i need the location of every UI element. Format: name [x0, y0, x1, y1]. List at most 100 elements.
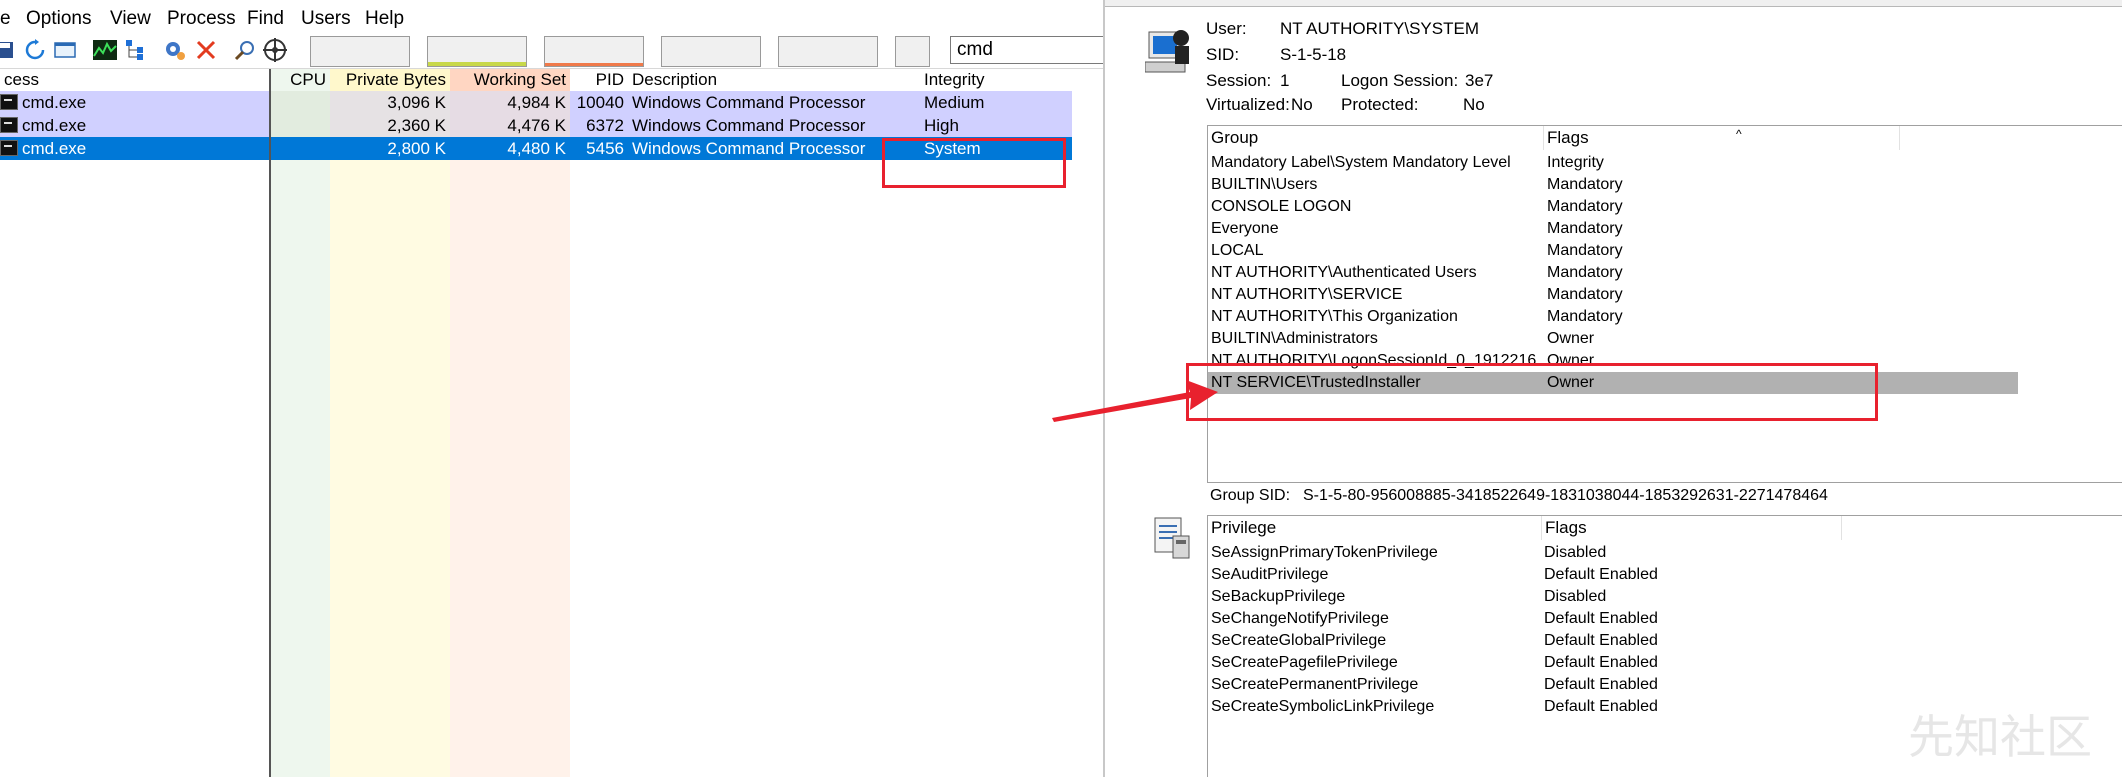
cpu-column-tint [271, 91, 330, 777]
annotation-arrow-icon [1052, 380, 1218, 422]
col-header-pid[interactable]: PID [570, 69, 628, 91]
integrity-cell: Medium [924, 93, 985, 112]
private-bytes-cell: 3,096 K [330, 91, 450, 114]
privilege-flags-column-header[interactable]: Flags [1542, 516, 1842, 540]
menu-file[interactable]: e [0, 8, 11, 30]
cpu-cell [271, 91, 330, 114]
list-item[interactable]: LOCAL Mandatory [1208, 240, 2018, 262]
network-graph[interactable] [661, 36, 761, 67]
working-set-cell: 4,476 K [450, 114, 570, 137]
commit-graph[interactable] [427, 36, 527, 67]
col-header-integrity[interactable]: Integrity [920, 69, 1070, 91]
console-icon [0, 94, 18, 110]
col-header-private-bytes[interactable]: Private Bytes [330, 69, 450, 91]
list-item[interactable]: BUILTIN\Administrators Owner [1208, 328, 2018, 350]
working-set-column-tint [450, 91, 570, 777]
search-input[interactable]: cmd [950, 36, 1110, 64]
group-sid-label: Group SID: [1210, 487, 1291, 504]
process-name: cmd.exe [22, 93, 87, 112]
col-header-working-set[interactable]: Working Set [450, 69, 570, 91]
menu-view[interactable]: View [110, 8, 151, 30]
gpu-graph[interactable] [895, 36, 930, 67]
tree-splitter[interactable] [269, 69, 271, 777]
menu-help[interactable]: Help [365, 8, 404, 30]
refresh-icon[interactable] [22, 37, 48, 63]
list-item[interactable]: CONSOLE LOGON Mandatory [1208, 196, 2018, 218]
session-label: Session: [1206, 71, 1272, 90]
list-item[interactable]: NT AUTHORITY\This Organization Mandatory [1208, 306, 2018, 328]
console-icon [0, 117, 18, 133]
col-header-cpu[interactable]: CPU [271, 69, 330, 91]
tree-icon[interactable] [122, 37, 148, 63]
pid-cell: 5456 [586, 139, 624, 158]
list-item[interactable]: SeAuditPrivilege Default Enabled [1208, 564, 2108, 586]
list-item[interactable]: Everyone Mandatory [1208, 218, 2018, 240]
watermark: 先知社区 [1908, 711, 2092, 763]
annotation-box-trustedinstaller [1186, 363, 1878, 421]
working-set-cell: 4,480 K [507, 139, 566, 158]
session-value: 1 [1280, 71, 1290, 90]
cpu-graph-icon[interactable] [92, 37, 118, 63]
tab-strip[interactable] [1105, 0, 2122, 7]
flags-column-header[interactable]: Flags [1544, 126, 1900, 150]
cpu-graph[interactable] [310, 36, 410, 67]
list-item[interactable]: NT AUTHORITY\Authenticated Users Mandator… [1208, 262, 2018, 284]
console-icon [0, 140, 18, 156]
logon-session-value: 3e7 [1465, 71, 1494, 90]
logon-session-label: Logon Session: [1341, 71, 1459, 90]
process-explorer-window: e Options View Process Find Users Help c… [0, 0, 1110, 777]
user-label: User: [1206, 19, 1247, 38]
sid-value: S-1-5-18 [1280, 45, 1347, 64]
kill-icon[interactable] [193, 37, 219, 63]
menu-options[interactable]: Options [26, 8, 91, 30]
privilege-column-header[interactable]: Privilege [1208, 516, 1542, 540]
crosshair-icon[interactable] [262, 37, 288, 63]
description-cell: Windows Command Processor [632, 139, 866, 158]
description-cell: Windows Command Processor [632, 93, 866, 112]
integrity-cell: High [924, 116, 959, 135]
group-column-header[interactable]: Group [1208, 126, 1544, 150]
table-row[interactable]: cmd.exe 2,360 K 4,476 K 6372 Windows Com… [0, 114, 1072, 137]
process-name: cmd.exe [22, 116, 87, 135]
list-item[interactable]: NT AUTHORITY\SERVICE Mandatory [1208, 284, 2018, 306]
col-header-process[interactable]: cess [0, 69, 269, 91]
private-bytes-cell: 2,360 K [330, 114, 450, 137]
table-row[interactable]: cmd.exe 3,096 K 4,984 K 10040 Windows Co… [0, 91, 1072, 114]
menu-process[interactable]: Process [167, 8, 236, 30]
pid-cell: 6372 [586, 116, 624, 135]
list-item[interactable]: Mandatory Label\System Mandatory Level In… [1208, 152, 2018, 174]
disk-graph[interactable] [778, 36, 878, 67]
virtualized-label: Virtualized: [1206, 95, 1290, 114]
toolbar: cmd [0, 32, 1110, 69]
list-item[interactable]: SeChangeNotifyPrivilege Default Enabled [1208, 608, 2108, 630]
io-graph[interactable] [544, 36, 644, 67]
list-item[interactable]: SeAssignPrimaryTokenPrivilege Disabled [1208, 542, 2108, 564]
save-icon[interactable] [0, 37, 18, 63]
process-name: cmd.exe [22, 139, 87, 158]
pid-cell: 10040 [576, 93, 624, 112]
sid-label: SID: [1206, 45, 1240, 64]
privilege-scroll-icon [1147, 514, 1193, 564]
list-item[interactable]: SeBackupPrivilege Disabled [1208, 586, 2108, 608]
cpu-cell [271, 137, 330, 160]
sort-ascending-icon: ^ [1736, 127, 1742, 141]
cpu-cell [271, 114, 330, 137]
list-item[interactable]: SeCreateGlobalPrivilege Default Enabled [1208, 630, 2108, 652]
window-icon[interactable] [52, 37, 78, 63]
gear-target-icon[interactable] [162, 37, 188, 63]
user-computer-icon [1144, 24, 1193, 76]
menu-users[interactable]: Users [301, 8, 351, 30]
list-item[interactable]: SeCreatePagefilePrivilege Default Enabled [1208, 652, 2108, 674]
list-item[interactable]: SeCreatePermanentPrivilege Default Enable… [1208, 674, 2108, 696]
private-bytes-column-tint [330, 91, 450, 777]
virtualized-value: No [1291, 95, 1313, 114]
annotation-box-integrity [882, 138, 1066, 188]
groups-list[interactable]: Group Flags ^ Mandatory Label\System Man… [1207, 125, 2122, 483]
menu-find[interactable]: Find [247, 8, 284, 30]
col-header-description[interactable]: Description [628, 69, 920, 91]
private-bytes-cell: 2,800 K [387, 139, 446, 158]
protected-value: No [1463, 95, 1485, 114]
find-icon[interactable] [232, 37, 258, 63]
list-item[interactable]: BUILTIN\Users Mandatory [1208, 174, 2018, 196]
protected-label: Protected: [1341, 95, 1419, 114]
